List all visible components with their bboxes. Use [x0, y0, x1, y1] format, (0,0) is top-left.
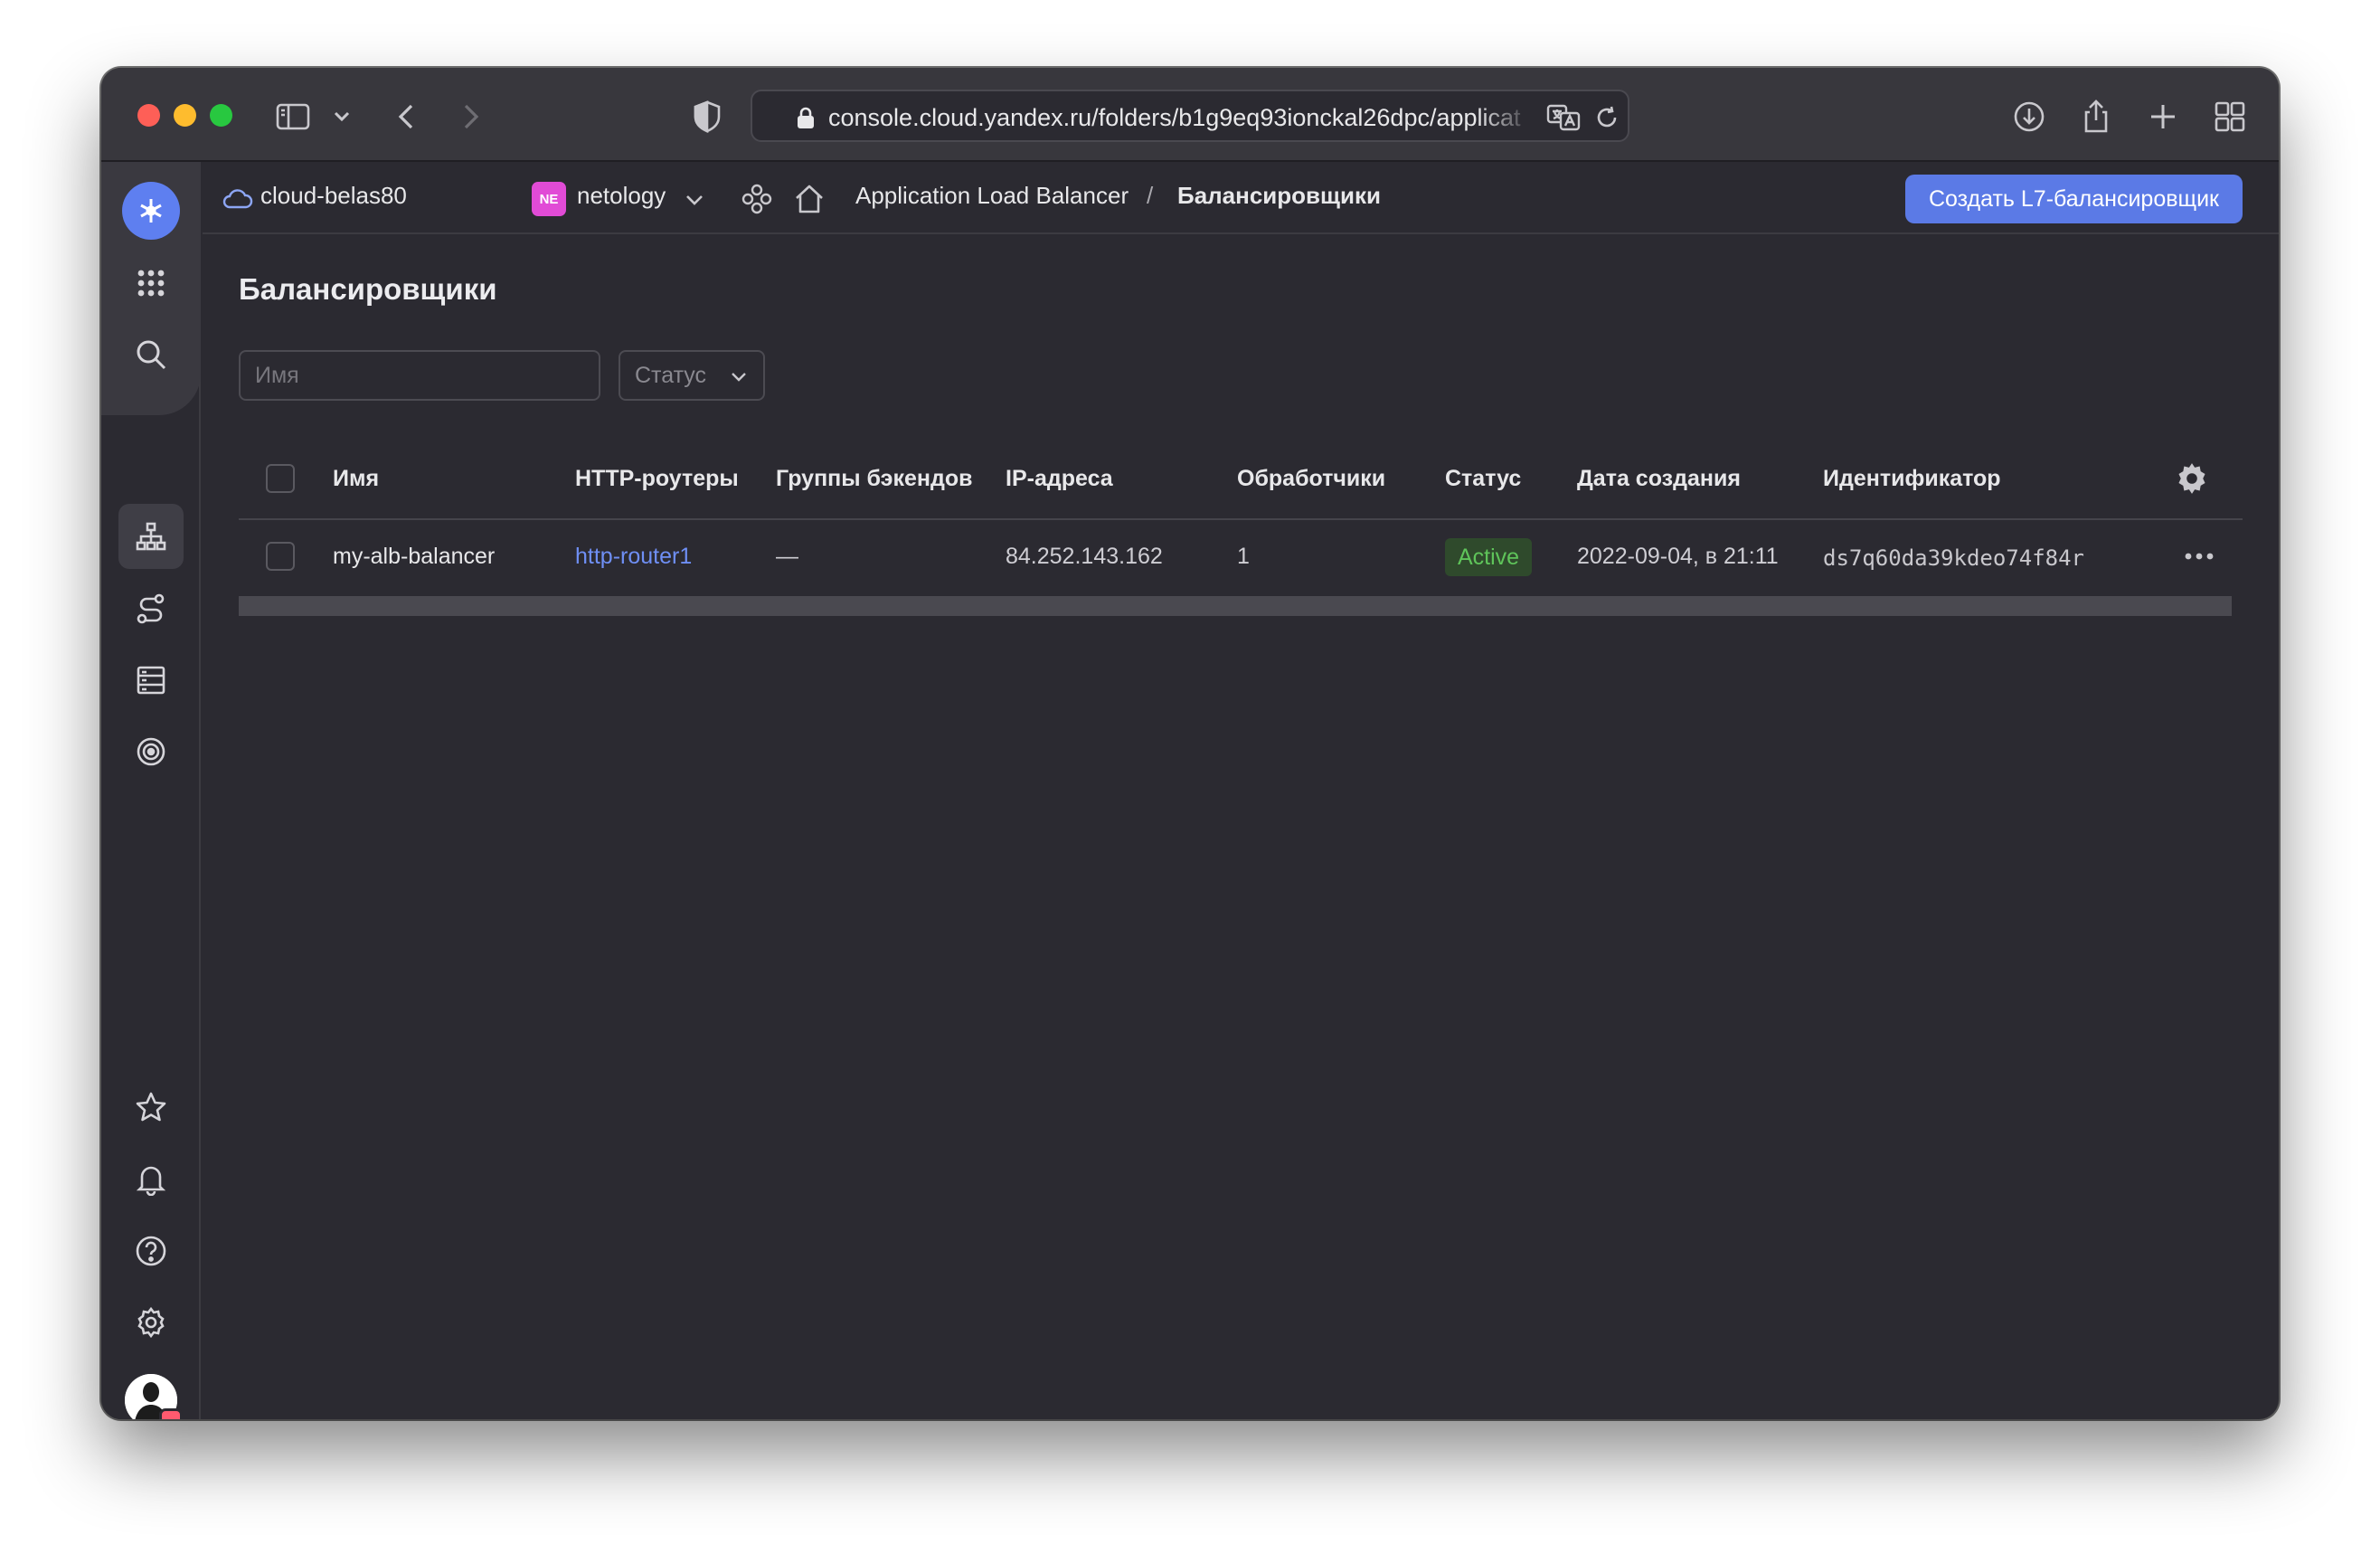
page-title: Балансировщики — [239, 272, 497, 306]
browser-titlebar: console.cloud.yandex.ru/folders/b1g9eq93… — [101, 68, 2279, 162]
column-header-listeners[interactable]: Обработчики — [1237, 466, 1385, 492]
share-icon[interactable] — [2078, 99, 2114, 135]
folder-chevron-down-icon[interactable] — [684, 189, 705, 211]
cloud-name[interactable]: cloud-belas80 — [260, 182, 407, 210]
select-all-checkbox[interactable] — [266, 464, 295, 493]
lock-icon — [796, 106, 816, 129]
cloud-icon — [222, 187, 253, 211]
row-name[interactable]: my-alb-balancer — [333, 544, 495, 570]
table-row[interactable]: my-alb-balancer http-router1 — 84.252.14… — [239, 520, 2243, 596]
browser-window: console.cloud.yandex.ru/folders/b1g9eq93… — [101, 68, 2279, 1419]
breadcrumb-service[interactable]: Application Load Balancer — [855, 182, 1129, 210]
name-filter-input[interactable] — [239, 350, 600, 401]
help-icon[interactable] — [118, 1218, 184, 1284]
address-bar[interactable]: console.cloud.yandex.ru/folders/b1g9eq93… — [751, 90, 1629, 142]
row-created: 2022-09-04, в 21:11 — [1577, 544, 1779, 569]
column-header-name[interactable]: Имя — [333, 466, 379, 492]
column-header-id[interactable]: Идентификатор — [1823, 466, 2001, 492]
folder-name[interactable]: netology — [577, 182, 666, 210]
shield-icon[interactable] — [689, 99, 725, 135]
chevron-down-icon — [729, 367, 749, 387]
column-header-created[interactable]: Дата создания — [1577, 466, 1741, 492]
row-id: ds7q60da39kdeo74f84r — [1823, 545, 2084, 571]
settings-gear-icon[interactable] — [118, 1290, 184, 1355]
tab-overview-icon[interactable] — [2212, 99, 2248, 135]
translate-icon[interactable] — [1546, 103, 1581, 132]
column-header-status[interactable]: Статус — [1445, 466, 1521, 492]
status-filter-select[interactable]: Статус — [619, 350, 765, 401]
table-settings-gear-icon[interactable] — [2174, 460, 2210, 497]
notifications-bell-icon[interactable] — [118, 1146, 184, 1211]
status-filter-label: Статус — [635, 362, 707, 388]
navigation-rail — [101, 162, 201, 1419]
row-checkbox[interactable] — [266, 542, 295, 571]
maximize-window-button[interactable] — [210, 104, 232, 127]
chevron-down-icon[interactable] — [331, 99, 353, 135]
sidebar-toggle-icon[interactable] — [275, 99, 311, 135]
back-icon[interactable] — [389, 99, 425, 135]
download-icon[interactable] — [2011, 99, 2047, 135]
row-listeners: 1 — [1237, 544, 1250, 569]
close-window-button[interactable] — [137, 104, 160, 127]
breadcrumb-current: Балансировщики — [1177, 182, 1381, 209]
breadcrumb-separator: / — [1147, 182, 1154, 209]
cloud-logo-icon[interactable] — [122, 182, 180, 240]
column-header-backend-groups[interactable]: Группы бэкендов — [776, 466, 973, 492]
home-icon[interactable] — [792, 182, 826, 216]
all-services-icon[interactable] — [118, 251, 184, 316]
status-badge: Active — [1445, 538, 1533, 576]
forward-icon[interactable] — [452, 99, 488, 135]
load-balancers-nav-icon[interactable] — [118, 504, 184, 569]
avatar-badge — [159, 1408, 183, 1419]
create-l7-balancer-button[interactable]: Создать L7-балансировщик — [1904, 175, 2243, 223]
url-text[interactable]: console.cloud.yandex.ru/folders/b1g9eq93… — [828, 104, 1534, 133]
new-tab-icon[interactable] — [2145, 99, 2181, 135]
row-actions-more-icon[interactable] — [2181, 544, 2217, 569]
row-ip: 84.252.143.162 — [1006, 544, 1163, 569]
services-flower-icon[interactable] — [740, 182, 774, 216]
app-header: cloud-belas80 NE netology Application Lo… — [203, 162, 2279, 234]
backend-groups-nav-icon[interactable] — [118, 648, 184, 713]
search-icon[interactable] — [118, 322, 184, 387]
column-header-http-routers[interactable]: HTTP-роутеры — [575, 466, 739, 492]
target-groups-nav-icon[interactable] — [118, 719, 184, 784]
minimize-window-button[interactable] — [174, 104, 196, 127]
column-header-ip[interactable]: IP-адреса — [1006, 466, 1113, 492]
folder-badge: NE — [532, 182, 566, 216]
favorites-star-icon[interactable] — [118, 1075, 184, 1140]
reload-icon[interactable] — [1593, 104, 1620, 131]
row-backend-groups: — — [776, 544, 798, 569]
http-routers-nav-icon[interactable] — [118, 576, 184, 641]
table-header: Имя HTTP-роутеры Группы бэкендов IP-адре… — [239, 439, 2243, 520]
row-http-router-link[interactable]: http-router1 — [575, 544, 692, 570]
horizontal-scrollbar[interactable] — [239, 596, 2232, 616]
